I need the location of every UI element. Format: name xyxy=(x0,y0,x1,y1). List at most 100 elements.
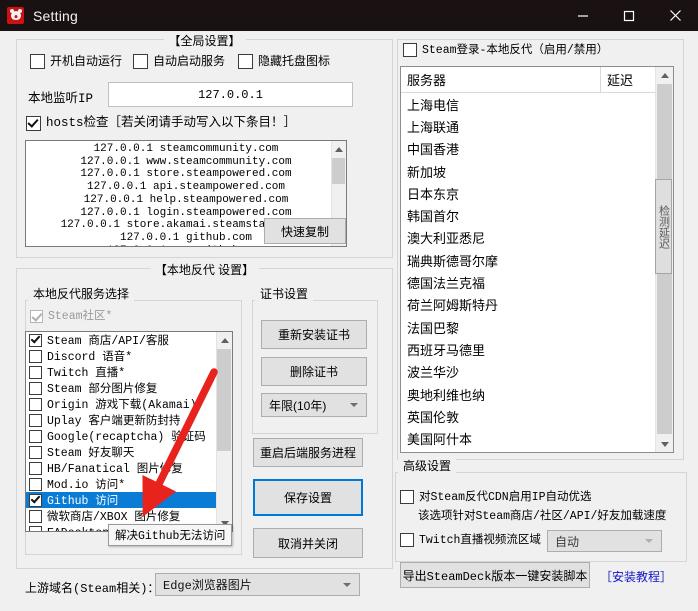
checkbox-box[interactable] xyxy=(29,510,42,523)
delete-certificate-button[interactable]: 删除证书 xyxy=(261,357,367,386)
checkbox-box[interactable] xyxy=(29,494,42,507)
server-list[interactable]: 服务器 延迟 上海电信上海联通中国香港新加坡日本东京韩国首尔澳大利亚悉尼瑞典斯德… xyxy=(400,66,674,453)
service-list-item[interactable]: Mod.io 访问* xyxy=(26,476,217,492)
checkbox-autostart-service[interactable]: 自动启动服务 xyxy=(133,54,225,69)
checkbox-cdn-auto-ip[interactable]: 对Steam反代CDN启用IP自动优选 xyxy=(400,490,592,504)
checkbox-box[interactable] xyxy=(29,430,42,443)
window-title: Setting xyxy=(33,8,78,24)
server-list-item[interactable]: 瑞典斯德哥尔摩 xyxy=(401,249,656,271)
server-list-item[interactable]: 美国芝加哥 xyxy=(401,450,656,452)
checkbox-steam-community-master: Steam社区* xyxy=(30,310,112,323)
local-proxy-title: 【本地反代 设置】 xyxy=(150,261,259,278)
server-list-item[interactable]: 西班牙马德里 xyxy=(401,338,656,360)
server-name: 瑞典斯德哥尔摩 xyxy=(407,251,498,270)
service-list-item[interactable]: Steam 商店/API/客服 xyxy=(26,332,217,348)
save-settings-button[interactable]: 保存设置 xyxy=(253,479,363,516)
service-list-item[interactable]: HB/Fanatical 图片修复 xyxy=(26,460,217,476)
minimize-button[interactable] xyxy=(560,0,606,31)
service-list-item[interactable]: Discord 语音* xyxy=(26,348,217,364)
scroll-up-icon[interactable] xyxy=(332,141,346,157)
chevron-down-icon xyxy=(645,539,653,543)
reinstall-certificate-button[interactable]: 重新安装证书 xyxy=(261,320,367,349)
server-list-item[interactable]: 上海联通 xyxy=(401,115,656,137)
column-header-latency[interactable]: 延迟 xyxy=(601,67,656,92)
server-list-item[interactable]: 美国阿什本 xyxy=(401,427,656,449)
window-controls xyxy=(560,0,698,31)
server-list-item[interactable]: 澳大利亚悉尼 xyxy=(401,227,656,249)
service-list-item-label: Mod.io 访问* xyxy=(47,476,125,492)
upstream-domain-dropdown[interactable]: Edge浏览器图片 xyxy=(155,573,360,596)
detect-latency-button[interactable]: 检测延迟 xyxy=(655,179,672,274)
checkbox-hide-tray-icon[interactable]: 隐藏托盘图标 xyxy=(238,54,330,69)
service-list-item[interactable]: Google(recaptcha) 验证码 xyxy=(26,428,217,444)
server-list-item[interactable]: 中国香港 xyxy=(401,138,656,160)
service-list-item[interactable]: Github 访问 xyxy=(26,492,217,508)
scroll-up-icon[interactable] xyxy=(217,332,232,348)
service-selection-title: 本地反代服务选择 xyxy=(28,285,134,302)
twitch-region-value: 自动 xyxy=(555,533,579,550)
service-list-item[interactable]: 微软商店/XBOX 图片修复 xyxy=(26,508,217,524)
scroll-down-icon[interactable] xyxy=(656,436,673,452)
maximize-button[interactable] xyxy=(606,0,652,31)
server-name: 中国香港 xyxy=(407,139,459,158)
service-list-item[interactable]: Steam 部分图片修复 xyxy=(26,380,217,396)
server-list-item[interactable]: 韩国首尔 xyxy=(401,204,656,226)
upstream-domain-label: 上游域名(Steam相关)： xyxy=(25,579,159,596)
checkbox-label: 开机自动运行 xyxy=(50,55,122,68)
checkbox-box[interactable] xyxy=(29,446,42,459)
server-list-rows: 上海电信上海联通中国香港新加坡日本东京韩国首尔澳大利亚悉尼瑞典斯德哥尔摩德国法兰… xyxy=(401,93,656,452)
server-list-item[interactable]: 上海电信 xyxy=(401,93,656,115)
certificate-years-dropdown[interactable]: 年限(10年) xyxy=(261,393,367,417)
twitch-region-dropdown[interactable]: 自动 xyxy=(547,530,662,552)
checkbox-box xyxy=(26,116,41,131)
checkbox-twitch-region[interactable]: Twitch直播视频流区域 xyxy=(400,533,541,547)
server-list-item[interactable]: 法国巴黎 xyxy=(401,316,656,338)
checkbox-box[interactable] xyxy=(29,334,42,347)
restart-backend-button[interactable]: 重启后端服务进程 xyxy=(253,438,363,467)
server-list-item[interactable]: 新加坡 xyxy=(401,160,656,182)
checkbox-box[interactable] xyxy=(29,462,42,475)
cdn-note-text: 该选项针对Steam商店/社区/API/好友加载速度 xyxy=(418,507,666,523)
install-tutorial-link[interactable]: ［安装教程］ xyxy=(600,568,672,585)
listen-ip-input[interactable]: 127.0.0.1 xyxy=(108,82,353,107)
server-list-item[interactable]: 德国法兰克福 xyxy=(401,271,656,293)
export-steamdeck-script-button[interactable]: 导出SteamDeck版本一键安装脚本 xyxy=(400,562,590,588)
close-button[interactable] xyxy=(652,0,698,31)
server-list-item[interactable]: 奥地利维也纳 xyxy=(401,383,656,405)
server-list-item[interactable]: 日本东京 xyxy=(401,182,656,204)
checkbox-box xyxy=(30,310,43,323)
server-name: 澳大利亚悉尼 xyxy=(407,228,485,247)
service-list-item[interactable]: Steam 好友聊天 xyxy=(26,444,217,460)
checkbox-box[interactable] xyxy=(29,382,42,395)
checkbox-box[interactable] xyxy=(29,478,42,491)
service-list-item-label: Github 访问 xyxy=(47,492,118,508)
detect-latency-label: 检测延迟 xyxy=(656,205,672,249)
scrollbar-thumb[interactable] xyxy=(332,158,345,184)
chevron-down-icon xyxy=(350,403,358,407)
server-list-item[interactable]: 英国伦敦 xyxy=(401,405,656,427)
service-list[interactable]: Steam 商店/API/客服Discord 语音*Twitch 直播*Stea… xyxy=(25,331,233,532)
server-name: 法国巴黎 xyxy=(407,318,459,337)
certificate-years-value: 年限(10年) xyxy=(269,397,326,414)
cancel-close-button[interactable]: 取消并关闭 xyxy=(253,528,363,558)
checkbox-box[interactable] xyxy=(29,526,42,533)
server-list-item[interactable]: 荷兰阿姆斯特丹 xyxy=(401,294,656,316)
scrollbar-thumb[interactable] xyxy=(217,349,231,451)
service-list-item[interactable]: Twitch 直播* xyxy=(26,364,217,380)
checkbox-steam-login-proxy[interactable]: Steam登录-本地反代（启用/禁用） xyxy=(403,43,612,57)
checkbox-box[interactable] xyxy=(29,350,42,363)
checkbox-autostart-boot[interactable]: 开机自动运行 xyxy=(30,54,122,69)
service-list-scrollbar[interactable] xyxy=(216,332,232,531)
server-list-item[interactable]: 波兰华沙 xyxy=(401,361,656,383)
checkbox-box[interactable] xyxy=(29,398,42,411)
service-list-item[interactable]: Uplay 客户端更新防封持 xyxy=(26,412,217,428)
service-list-item[interactable]: Origin 游戏下载(Akamai) xyxy=(26,396,217,412)
app-logo-icon xyxy=(7,7,24,24)
checkbox-box[interactable] xyxy=(29,366,42,379)
column-header-server[interactable]: 服务器 xyxy=(401,67,601,92)
quick-copy-button[interactable]: 快速复制 xyxy=(264,218,346,244)
scroll-up-icon[interactable] xyxy=(656,67,673,83)
checkbox-hosts-check[interactable]: hosts检查［若关闭请手动写入以下条目！］ xyxy=(26,116,296,131)
checkbox-box[interactable] xyxy=(29,414,42,427)
checkbox-label: 自动启动服务 xyxy=(153,55,225,68)
